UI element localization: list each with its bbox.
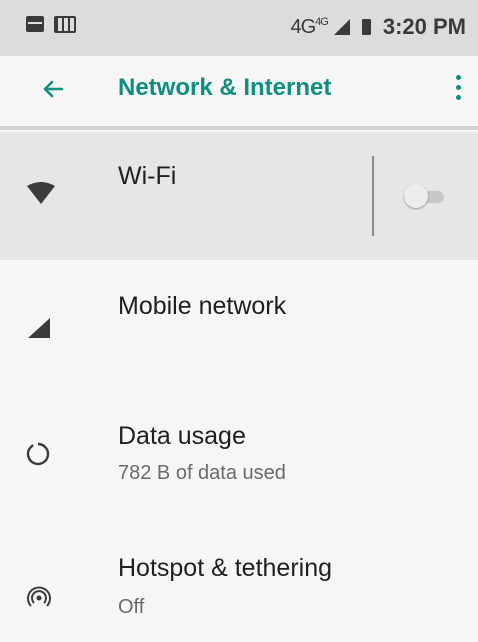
signal-icon xyxy=(28,318,50,338)
message-notification-icon xyxy=(26,16,44,32)
network-type: 4G4G xyxy=(290,15,328,38)
clock: 3:20 PM xyxy=(382,14,466,39)
toggle-thumb xyxy=(404,184,428,208)
list-item-hotspot[interactable]: Hotspot & tethering Off xyxy=(0,534,478,642)
hotspot-status: Off xyxy=(118,596,145,618)
arrow-left-icon[interactable] xyxy=(38,74,68,104)
data-usage-icon xyxy=(26,442,50,466)
wifi-icon xyxy=(27,182,55,204)
app-bar: Network & Internet xyxy=(0,56,478,130)
list-item-data-usage[interactable]: Data usage 782 B of data used xyxy=(0,398,478,510)
settings-screen: 4G4G 3:20 PM Network & Internet Wi-Fi Mo… xyxy=(0,0,478,642)
data-usage-summary: 782 B of data used xyxy=(118,462,286,484)
wifi-toggle[interactable] xyxy=(404,184,446,208)
wifi-title: Wi-Fi xyxy=(118,162,177,190)
signal-strength-icon xyxy=(333,19,350,35)
list-item-wifi[interactable]: Wi-Fi xyxy=(0,132,478,260)
hotspot-icon xyxy=(27,586,51,607)
hotspot-title: Hotspot & tethering xyxy=(118,554,333,582)
divider xyxy=(372,156,374,236)
data-usage-title: Data usage xyxy=(118,422,246,450)
mobile-network-title: Mobile network xyxy=(118,292,287,320)
status-indicators: 4G4G 3:20 PM xyxy=(290,14,466,40)
status-bar: 4G4G 3:20 PM xyxy=(0,0,478,56)
page-title: Network & Internet xyxy=(118,74,332,101)
overflow-menu-icon[interactable] xyxy=(450,72,466,106)
battery-icon xyxy=(361,19,371,35)
list-item-mobile-network[interactable]: Mobile network xyxy=(0,262,478,380)
storage-notification-icon xyxy=(54,16,76,33)
notification-icons xyxy=(26,16,76,33)
